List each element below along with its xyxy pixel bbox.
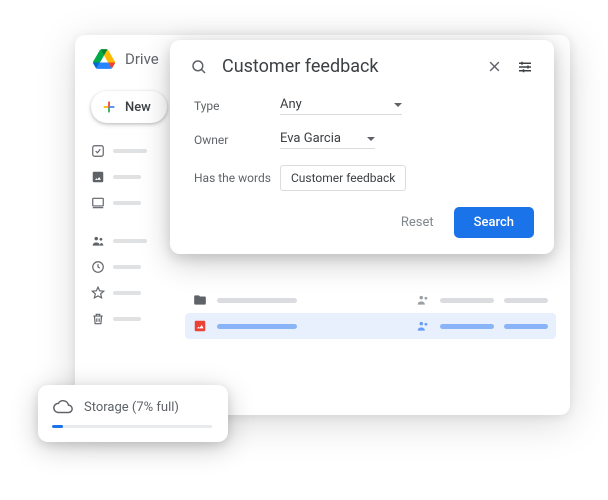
placeholder [113, 175, 141, 179]
plus-icon [101, 99, 117, 115]
placeholder [504, 324, 548, 329]
filter-type-label: Type [194, 99, 280, 113]
table-row[interactable] [185, 313, 556, 339]
filter-owner-row: Owner Eva Garcia [190, 131, 534, 149]
computer-icon [91, 196, 105, 210]
placeholder [217, 298, 297, 303]
sidebar-item-recent[interactable] [87, 257, 182, 277]
storage-progress-fill [52, 425, 63, 428]
filter-words-input[interactable]: Customer feedback [280, 165, 406, 191]
placeholder [113, 265, 141, 269]
check-badge-icon [91, 144, 105, 158]
placeholder [113, 317, 141, 321]
search-input[interactable]: Customer feedback [222, 56, 473, 77]
filter-owner-value: Eva Garcia [280, 131, 341, 146]
new-button-label: New [125, 100, 151, 115]
filter-words-label: Has the words [194, 171, 280, 185]
people-icon [416, 293, 430, 307]
sidebar-item-trash[interactable] [87, 309, 182, 329]
drive-icon [91, 170, 105, 184]
star-icon [91, 286, 105, 300]
placeholder [113, 291, 141, 295]
storage-header: Storage (7% full) [52, 399, 212, 415]
sidebar: New [87, 91, 182, 329]
placeholder [113, 239, 147, 243]
placeholder [440, 324, 494, 329]
sidebar-item-shared[interactable] [87, 231, 182, 251]
people-icon [91, 234, 105, 248]
new-button[interactable]: New [91, 91, 167, 123]
table-row[interactable] [185, 287, 556, 313]
storage-progress-bar [52, 425, 212, 428]
storage-label: Storage (7% full) [84, 400, 179, 415]
filter-type-row: Type Any [190, 97, 534, 115]
trash-icon [91, 312, 105, 326]
filter-owner-label: Owner [194, 133, 280, 147]
placeholder [440, 298, 494, 303]
chevron-down-icon [394, 103, 402, 107]
search-actions: Reset Search [190, 207, 534, 238]
clear-search-button[interactable] [487, 59, 502, 74]
filter-type-value: Any [280, 97, 302, 112]
chevron-down-icon [367, 137, 375, 141]
folder-shared-icon [193, 293, 207, 307]
people-icon [416, 319, 430, 333]
sidebar-item-mydrive[interactable] [87, 167, 182, 187]
search-icon [190, 58, 208, 76]
filter-owner-select[interactable]: Eva Garcia [280, 131, 375, 149]
image-file-icon [193, 319, 207, 333]
app-title: Drive [125, 50, 159, 68]
clock-icon [91, 260, 105, 274]
filter-toggle-button[interactable] [516, 58, 534, 76]
placeholder [217, 324, 297, 329]
results-list [185, 287, 556, 339]
sidebar-item-starred[interactable] [87, 283, 182, 303]
filter-type-select[interactable]: Any [280, 97, 402, 115]
placeholder [113, 149, 147, 153]
placeholder [113, 201, 141, 205]
drive-logo [93, 49, 115, 69]
sidebar-item-priority[interactable] [87, 141, 182, 161]
search-panel: Customer feedback Type Any Owner Eva Gar… [170, 40, 554, 254]
placeholder [504, 298, 548, 303]
storage-card[interactable]: Storage (7% full) [38, 385, 228, 442]
search-bar: Customer feedback [190, 56, 534, 77]
search-button[interactable]: Search [454, 207, 534, 238]
reset-button[interactable]: Reset [401, 215, 434, 230]
filter-words-row: Has the words Customer feedback [190, 165, 534, 191]
sidebar-item-computers[interactable] [87, 193, 182, 213]
cloud-icon [52, 399, 74, 415]
